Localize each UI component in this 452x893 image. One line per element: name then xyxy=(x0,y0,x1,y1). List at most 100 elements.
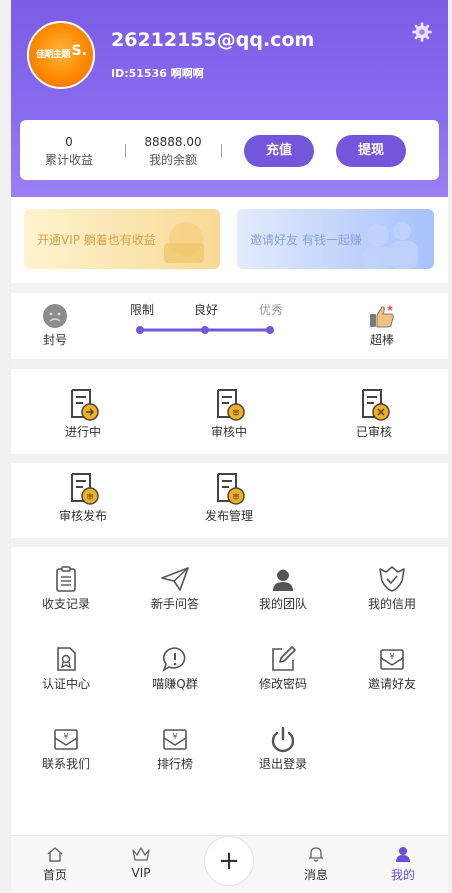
earnings-value: 0 xyxy=(65,135,73,149)
task-done-label: 已审核 xyxy=(355,425,392,439)
balance-label: 我的余额 xyxy=(148,153,197,167)
team-icon xyxy=(273,568,293,591)
home-icon xyxy=(47,847,63,862)
level-right: 超棒 xyxy=(332,303,432,348)
svg-text:¥: ¥ xyxy=(172,732,177,741)
level-step-3: 优秀 xyxy=(259,303,284,317)
user-email: 26212155@qq.com xyxy=(111,29,315,51)
menu-item-qq-group[interactable]: 喵赚Q群 xyxy=(125,645,225,692)
divider xyxy=(221,144,222,157)
paper-plane-icon xyxy=(161,567,189,591)
menu-item-label: 联系我们 xyxy=(41,757,90,771)
balance-value: 88888.00 xyxy=(144,135,202,149)
menu-item-change-password[interactable]: 修改密码 xyxy=(233,645,333,692)
menu-item-ranking[interactable]: ¥ 排行榜 xyxy=(125,725,225,772)
balance-stat: 88888.00 我的余额 xyxy=(137,135,209,168)
svg-text:审: 审 xyxy=(233,492,240,501)
profile-header: 佳期主题 S. 26212155@qq.com ID:51536 啊啊啊 0 累 xyxy=(11,0,448,197)
earnings-stat: 0 累计收益 xyxy=(34,135,104,168)
publish-manage-label: 发布管理 xyxy=(204,509,253,523)
menu-item-logout[interactable]: 退出登录 xyxy=(233,725,333,772)
svg-text:¥: ¥ xyxy=(63,732,68,741)
task-progress-item[interactable]: 进行中 xyxy=(33,387,133,440)
power-icon xyxy=(271,726,295,753)
avatar-text: 佳期主题 xyxy=(36,50,71,60)
avatar-mark: S. xyxy=(71,43,87,59)
menu-item-label: 喵赚Q群 xyxy=(152,677,198,691)
vip-promo-text: 开通VIP 躺着也有收益 xyxy=(37,233,156,247)
menu-item-label: 退出登录 xyxy=(258,757,307,771)
bell-icon xyxy=(309,847,323,862)
task-review-label: 审核中 xyxy=(210,425,247,439)
menu-item-contact-us[interactable]: ¥ 联系我们 xyxy=(16,725,116,772)
task-done-item[interactable]: 已审核 xyxy=(324,387,424,440)
task-progress-icon xyxy=(71,389,99,421)
review-publish-label: 审核发布 xyxy=(58,509,107,523)
menu-item-label: 认证中心 xyxy=(41,677,90,691)
menu-item-label: 收支记录 xyxy=(41,597,90,611)
tab-label: VIP xyxy=(131,866,151,880)
svg-text:审: 审 xyxy=(233,408,240,417)
credit-icon xyxy=(379,566,405,592)
withdraw-button[interactable]: 提现 xyxy=(336,135,406,167)
menu-item-label: 排行榜 xyxy=(156,757,193,771)
tab-messages[interactable]: 消息 xyxy=(286,846,346,883)
tab-label: 消息 xyxy=(303,868,328,882)
earnings-label: 累计收益 xyxy=(44,153,93,167)
review-publish-icon: 审 xyxy=(71,473,99,505)
certify-icon xyxy=(57,647,76,671)
recharge-button[interactable]: 充值 xyxy=(244,135,314,167)
avatar[interactable]: 佳期主题 S. xyxy=(27,21,95,89)
menu-item-invite-friends[interactable]: ¥ 邀请好友 xyxy=(342,645,442,692)
svg-text:审: 审 xyxy=(87,492,94,501)
menu-item-label: 新手问答 xyxy=(150,597,199,611)
invite-envelope-icon: ¥ xyxy=(380,649,404,670)
sad-face-icon xyxy=(43,304,67,328)
tab-label: 首页 xyxy=(42,868,67,882)
menu-item-label: 邀请好友 xyxy=(367,677,416,691)
promo-section: 开通VIP 躺着也有收益 邀请好友 有钱一起赚 xyxy=(11,197,448,283)
menu-item-label: 修改密码 xyxy=(258,677,307,691)
menu-item-label: 我的团队 xyxy=(258,597,307,611)
level-right-label: 超棒 xyxy=(369,333,394,347)
publish-manage-icon: 审 xyxy=(217,473,245,505)
bottom-tab-bar: 首页 VIP + 消息 我的 xyxy=(11,835,448,893)
menu-item-income-record[interactable]: 收支记录 xyxy=(16,565,116,612)
vip-promo-card[interactable]: 开通VIP 躺着也有收益 xyxy=(24,209,220,269)
menu-item-my-team[interactable]: 我的团队 xyxy=(233,565,333,612)
credit-level-section: 封号 限制 良好 优秀 超棒 xyxy=(11,293,448,359)
user-icon xyxy=(396,847,410,862)
tab-vip[interactable]: VIP xyxy=(111,846,171,880)
contact-envelope-icon: ¥ xyxy=(54,729,78,750)
tab-mine[interactable]: 我的 xyxy=(373,846,433,883)
level-step-2: 良好 xyxy=(194,303,219,317)
task-done-icon xyxy=(362,389,390,421)
gear-icon[interactable] xyxy=(411,21,433,43)
menu-item-faq[interactable]: 新手问答 xyxy=(125,565,225,612)
level-progress-bar xyxy=(136,326,274,334)
thumbs-up-icon xyxy=(370,305,394,328)
review-publish-item[interactable]: 审 审核发布 xyxy=(33,471,133,524)
publish-plus-button[interactable]: + xyxy=(204,836,254,886)
ranking-envelope-icon: ¥ xyxy=(163,729,187,750)
task-review-item[interactable]: 审 审核中 xyxy=(179,387,279,440)
wallet-card: 0 累计收益 88888.00 我的余额 充值 提现 xyxy=(20,120,439,180)
profile-page: 佳期主题 S. 26212155@qq.com ID:51536 啊啊啊 0 累 xyxy=(11,0,448,893)
menu-item-certify[interactable]: 认证中心 xyxy=(16,645,116,692)
publish-manage-item[interactable]: 审 发布管理 xyxy=(179,471,279,524)
invite-promo-card[interactable]: 邀请好友 有钱一起赚 xyxy=(237,209,434,269)
publish-section: 审 审核发布 审 发布管理 xyxy=(11,463,448,538)
tab-home[interactable]: 首页 xyxy=(25,846,85,883)
invite-promo-text: 邀请好友 有钱一起赚 xyxy=(250,233,362,247)
tab-label: 我的 xyxy=(390,868,415,882)
user-id: ID:51536 啊啊啊 xyxy=(111,67,204,80)
clipboard-icon xyxy=(56,566,76,592)
level-left: 封号 xyxy=(11,303,105,348)
task-review-icon: 审 xyxy=(217,389,245,421)
divider xyxy=(125,144,126,157)
menu-grid: 收支记录 新手问答 我的团队 我的信用 认证中心 喵赚Q群 修改密码 ¥ 邀请好… xyxy=(11,547,448,835)
level-step-1: 限制 xyxy=(130,303,155,317)
chat-alert-icon xyxy=(162,647,186,672)
level-left-label: 封号 xyxy=(42,333,67,347)
menu-item-my-credit[interactable]: 我的信用 xyxy=(342,565,442,612)
